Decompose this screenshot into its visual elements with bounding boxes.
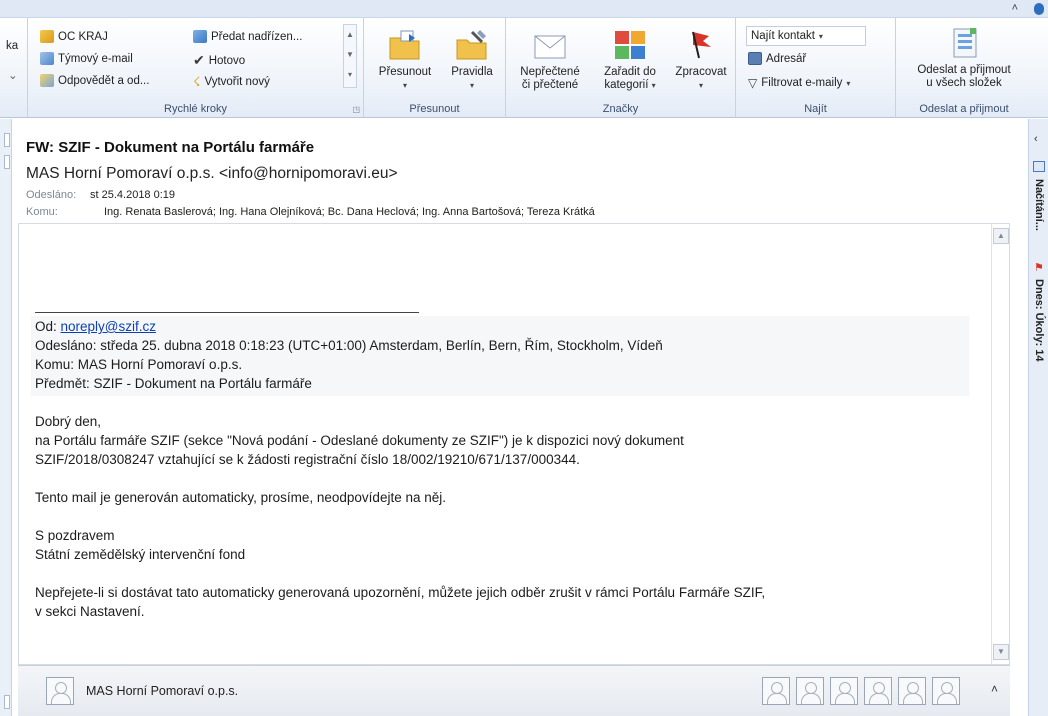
group-label-send-receive: Odeslat a přijmout [919,103,1009,115]
group-label-tags: Značky [602,103,639,115]
forward-mail-icon [193,30,207,43]
ribbon-group-quick-steps: OC KRAJ Předat nadřízen... Týmový e-mail… [28,18,364,118]
dialog-launcher-icon[interactable]: ◳ [352,105,360,114]
move-folder-icon [389,30,420,60]
avatar[interactable] [796,677,824,705]
send-receive-icon [953,28,977,58]
paragraph-2: Tento mail je generován automaticky, pro… [35,490,446,505]
checkmark-icon: ✔ [193,52,205,68]
paragraph-1-line-2: SZIF/2018/0308247 vztahující se k žádost… [35,452,580,467]
find-contact-input[interactable]: Najít kontakt ▾ [746,26,866,46]
followup-button[interactable]: Zpracovat ▾ [670,28,732,92]
avatar[interactable] [932,677,960,705]
body-scrollbar[interactable]: ▲ ▼ [991,224,1009,664]
avatar[interactable] [864,677,892,705]
gallery-up-icon[interactable]: ▲ [344,25,356,45]
to-value[interactable]: Ing. Renata Baslerová; Ing. Hana Olejník… [104,206,595,218]
sent-label: Odesláno: [26,189,77,201]
quickstep-done[interactable]: ✔ Hotovo [193,52,245,69]
ribbon-group-send-receive: Odeslat a přijmout u všech složek Odeslat… [896,18,1032,118]
calendar-icon [1033,161,1045,172]
nav-tab-handle[interactable] [4,695,10,709]
quickstep-create-new[interactable]: ☇ Vytvořit nový [193,74,270,90]
minimize-ribbon-icon[interactable]: ˄ [1012,2,1018,14]
ribbon: ka ⌄ OC KRAJ Předat nadřízen... Týmový e… [0,18,1048,118]
from-email-link[interactable]: noreply@szif.cz [61,319,156,334]
fwd-subject-line: Předmět: SZIF - Dokument na Portálu farm… [35,376,312,391]
gallery-scrollbar[interactable]: ▲ ▼ ▾ [343,24,357,88]
gallery-down-icon[interactable]: ▼ [344,45,356,65]
move-button[interactable]: Přesunout ▾ [372,28,438,92]
people-pane: MAS Horní Pomoraví o.p.s. ˄ [18,665,1010,716]
filter-email-button[interactable]: ▽ Filtrovat e-maily ▾ [748,76,850,90]
flag-icon [692,31,711,59]
quickstep-oc-kraj[interactable]: OC KRAJ [40,30,108,43]
tasks-today-label: Dnes: Úkoly: 14 [1033,279,1045,362]
filter-funnel-icon: ▽ [748,76,758,90]
find-contact-dropdown-icon[interactable]: ▾ [819,32,823,41]
expand-todo-bar-icon[interactable]: ‹ [1034,133,1038,145]
quickstep-forward-manager[interactable]: Předat nadřízen... [193,30,302,43]
categorize-button[interactable]: Zařadit do kategorií ▾ [592,28,668,92]
message-subject: FW: SZIF - Dokument na Portálu farmáře [26,139,315,156]
avatar[interactable] [762,677,790,705]
folder-icon [40,30,54,43]
greeting: Dobrý den, [35,414,102,429]
people-pane-name: MAS Horní Pomoraví o.p.s. [86,684,239,698]
avatar[interactable] [46,677,74,705]
nav-tab-handle[interactable] [4,155,10,169]
group-label-quick-steps: Rychlé kroky [164,103,227,115]
avatar[interactable] [830,677,858,705]
address-book-button[interactable]: Adresář [748,52,806,65]
quickstep-team-email[interactable]: Týmový e-mail [40,52,133,65]
lightning-icon: ☇ [193,74,201,89]
paragraph-1-line-1: na Portálu farmáře SZIF (sekce "Nová pod… [35,433,684,448]
rules-icon [456,30,487,60]
closing-line-2: Státní zemědělský intervenční fond [35,547,246,562]
message-header: FW: SZIF - Dokument na Portálu farmáře M… [12,119,1028,223]
scroll-down-icon[interactable]: ▼ [993,644,1009,660]
to-label: Komu: [26,206,58,218]
message-sender[interactable]: MAS Horní Pomoraví o.p.s. <info@hornipom… [26,165,398,183]
avatar[interactable] [898,677,926,705]
rules-button[interactable]: Pravidla ▾ [442,28,502,92]
expand-people-pane-icon[interactable]: ˄ [991,682,998,696]
ribbon-group-find: Najít kontakt ▾ Adresář ▽ Filtrovat e-mai… [736,18,896,118]
ribbon-group-partial: ka ⌄ [0,18,28,118]
team-mail-icon [40,52,54,65]
scroll-up-icon[interactable]: ▲ [993,228,1009,244]
partial-caret-icon: ⌄ [8,70,18,82]
fwd-sent-line: Odesláno: středa 25. dubna 2018 0:18:23 … [35,338,663,353]
navigation-pane-edge[interactable] [0,119,12,716]
partial-label: ka [6,40,19,52]
help-icon[interactable] [1034,3,1044,15]
task-flag-icon: ⚑ [1034,262,1044,274]
nav-tab-handle[interactable] [4,133,10,147]
todo-bar[interactable]: ‹ Načítání... ⚑ Dnes: Úkoly: 14 [1028,119,1048,716]
from-line: Od: noreply@szif.cz [35,319,157,334]
closing-line-1: S pozdravem [35,528,115,543]
fwd-to-line: Komu: MAS Horní Pomoraví o.p.s. [35,357,243,372]
gallery-more-icon[interactable]: ▾ [344,65,356,85]
quickstep-reply-delete[interactable]: Odpovědět a od... [40,74,149,87]
group-label-move: Přesunout [409,103,460,115]
ribbon-group-move: Přesunout ▾ Pravidla ▾ Přesunout [364,18,506,118]
paragraph-3-line-1: Nepřejete-li si dostávat tato automatick… [35,585,766,600]
paragraph-3-line-2: v sekci Nastavení. [35,604,145,619]
message-body: Od: noreply@szif.cz Odesláno: středa 25.… [18,223,1010,665]
ribbon-group-tags: Nepřečtené či přečtené Zařadit do kategori… [506,18,736,118]
group-label-find: Najít [804,103,827,115]
sent-value: st 25.4.2018 0:19 [90,189,176,201]
address-book-icon [748,52,762,65]
separator-line [35,312,419,313]
categories-icon [615,31,645,59]
calendar-loading-label: Načítání... [1033,179,1045,231]
envelope-icon [534,35,566,59]
window-title-strip: ˄ [0,0,1048,18]
reply-icon [40,74,54,87]
unread-read-button[interactable]: Nepřečtené či přečtené [512,28,588,92]
send-receive-all-button[interactable]: Odeslat a přijmout u všech složek [902,26,1026,90]
